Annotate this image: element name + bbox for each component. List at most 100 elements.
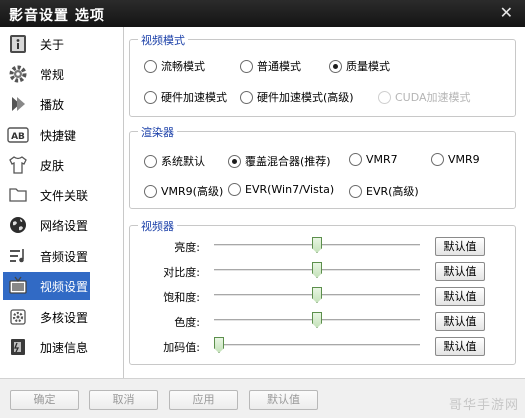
gear-icon bbox=[7, 63, 29, 85]
sidebar-item-label: 音频设置 bbox=[40, 249, 89, 264]
sidebar-item-acceleration[interactable]: 加速信息 bbox=[3, 333, 90, 361]
radio-vmr7[interactable]: VMR7 bbox=[349, 153, 398, 166]
video-mode-title: 视频模式 bbox=[138, 32, 188, 48]
radio-button[interactable] bbox=[228, 154, 241, 168]
radio-button[interactable] bbox=[349, 184, 362, 198]
radio-label: 系统默认 bbox=[161, 155, 205, 168]
multicore-icon bbox=[7, 306, 29, 328]
sidebar-item-label: 关于 bbox=[40, 37, 65, 52]
title-bar: 影音设置 选项 ✕ bbox=[0, 0, 525, 27]
radio-button[interactable] bbox=[144, 90, 157, 104]
radio-label: 硬件加速模式 bbox=[161, 91, 227, 104]
saturation-default-button[interactable]: 默认值 bbox=[435, 287, 485, 306]
radio-hw-accel-mode[interactable]: 硬件加速模式 bbox=[144, 89, 227, 105]
window-title: 影音设置 选项 bbox=[9, 8, 105, 24]
sidebar-item-video[interactable]: 视频设置 bbox=[3, 272, 90, 300]
contrast-row: 对比度: 默认值 bbox=[130, 261, 515, 283]
sidebar-item-audio[interactable]: 音频设置 bbox=[3, 242, 90, 270]
saturation-slider[interactable] bbox=[214, 287, 420, 305]
radio-button[interactable] bbox=[240, 90, 253, 104]
sidebar-item-label: 文件关联 bbox=[40, 188, 89, 203]
radio-quality-mode[interactable]: 质量模式 bbox=[329, 58, 390, 74]
radio-normal-mode[interactable]: 普通模式 bbox=[240, 58, 301, 74]
sidebar-item-multicore[interactable]: 多核设置 bbox=[3, 303, 90, 331]
radio-hw-accel-advanced-mode[interactable]: 硬件加速模式(高级) bbox=[240, 89, 354, 105]
radio-button[interactable] bbox=[144, 184, 157, 198]
brightness-default-button[interactable]: 默认值 bbox=[435, 237, 485, 256]
hue-slider[interactable] bbox=[214, 312, 420, 330]
sidebar-item-label: 视频设置 bbox=[40, 279, 89, 294]
sidebar-item-playback[interactable]: 播放 bbox=[3, 90, 90, 118]
brightness-row: 亮度: 默认值 bbox=[130, 236, 515, 258]
sidebar-item-label: 快捷键 bbox=[40, 128, 77, 143]
sidebar-item-network[interactable]: 网络设置 bbox=[3, 211, 90, 239]
radio-label: 质量模式 bbox=[346, 60, 390, 73]
radio-button[interactable] bbox=[349, 153, 362, 166]
gain-slider[interactable] bbox=[214, 337, 420, 355]
hue-default-button[interactable]: 默认值 bbox=[435, 312, 485, 331]
radio-smooth-mode[interactable]: 流畅模式 bbox=[144, 58, 205, 74]
globe-icon bbox=[7, 214, 29, 236]
video-mode-group: 视频模式 流畅模式 普通模式 质量模式 硬件加速模式 硬件加速模式(高级) CU… bbox=[129, 32, 516, 117]
folder-icon bbox=[7, 184, 29, 206]
sidebar-item-about[interactable]: 关于 bbox=[3, 30, 90, 58]
contrast-default-button[interactable]: 默认值 bbox=[435, 262, 485, 281]
radio-button[interactable] bbox=[329, 59, 342, 73]
audio-icon bbox=[7, 245, 29, 267]
slider-thumb[interactable] bbox=[214, 337, 224, 353]
radio-button[interactable] bbox=[228, 183, 241, 196]
radio-label: CUDA加速模式 bbox=[395, 91, 471, 104]
hue-row: 色度: 默认值 bbox=[130, 311, 515, 333]
svg-text:AB: AB bbox=[11, 132, 25, 142]
radio-label: EVR(Win7/Vista) bbox=[245, 183, 335, 196]
slider-thumb[interactable] bbox=[312, 287, 322, 303]
renderer-title: 渲染器 bbox=[138, 124, 177, 140]
close-button[interactable]: ✕ bbox=[500, 3, 513, 22]
gain-default-button[interactable]: 默认值 bbox=[435, 337, 485, 356]
radio-button[interactable] bbox=[240, 59, 253, 73]
slider-thumb[interactable] bbox=[312, 237, 322, 253]
slider-thumb[interactable] bbox=[312, 262, 322, 278]
sidebar-item-label: 常规 bbox=[40, 67, 65, 82]
radio-button[interactable] bbox=[144, 59, 157, 73]
radio-vmr9-advanced[interactable]: VMR9(高级) bbox=[144, 183, 223, 199]
radio-label: 硬件加速模式(高级) bbox=[257, 91, 354, 104]
ok-button[interactable]: 确定 bbox=[10, 390, 79, 410]
slider-thumb[interactable] bbox=[312, 312, 322, 328]
cancel-button[interactable]: 取消 bbox=[89, 390, 158, 410]
gain-label: 加码值: bbox=[163, 341, 200, 354]
tv-icon bbox=[7, 275, 29, 297]
saturation-row: 饱和度: 默认值 bbox=[130, 286, 515, 308]
radio-system-default[interactable]: 系统默认 bbox=[144, 153, 205, 169]
restore-default-button[interactable]: 默认值 bbox=[249, 390, 318, 410]
contrast-slider[interactable] bbox=[214, 262, 420, 280]
video-settings-panel: 视频模式 流畅模式 普通模式 质量模式 硬件加速模式 硬件加速模式(高级) CU… bbox=[124, 27, 525, 378]
sidebar-item-shortcuts[interactable]: AB 快捷键 bbox=[3, 121, 90, 149]
radio-label: EVR(高级) bbox=[366, 185, 419, 198]
shirt-icon bbox=[7, 154, 29, 176]
radio-label: VMR9 bbox=[448, 153, 480, 166]
info-icon bbox=[7, 33, 29, 55]
radio-vmr9[interactable]: VMR9 bbox=[431, 153, 480, 166]
contrast-label: 对比度: bbox=[163, 266, 200, 279]
sidebar-item-file-association[interactable]: 文件关联 bbox=[3, 181, 90, 209]
radio-label: 覆盖混合器(推荐) bbox=[245, 155, 331, 168]
sidebar: 关于 常规 播放 AB 快捷键 皮肤 文件关联 网络设置 音频设置 视频设置 多… bbox=[0, 27, 124, 378]
radio-button[interactable] bbox=[431, 153, 444, 166]
apply-button[interactable]: 应用 bbox=[169, 390, 238, 410]
sidebar-item-skins[interactable]: 皮肤 bbox=[3, 151, 90, 179]
radio-label: VMR9(高级) bbox=[161, 185, 224, 198]
radio-label: 普通模式 bbox=[257, 60, 301, 73]
renderer-group: 渲染器 系统默认 覆盖混合器(推荐) VMR7 VMR9 VMR9(高级) EV… bbox=[129, 124, 516, 209]
radio-button[interactable] bbox=[144, 154, 157, 168]
radio-overlay-mixer[interactable]: 覆盖混合器(推荐) bbox=[228, 153, 331, 169]
hue-label: 色度: bbox=[174, 316, 200, 329]
radio-evr-advanced[interactable]: EVR(高级) bbox=[349, 183, 419, 199]
sidebar-item-general[interactable]: 常规 bbox=[3, 60, 90, 88]
dialog-footer: 确定 取消 应用 默认值 哥华手游网 bbox=[0, 378, 525, 418]
play-icon bbox=[7, 93, 29, 115]
gain-row: 加码值: 默认值 bbox=[130, 336, 515, 358]
radio-evr-win7[interactable]: EVR(Win7/Vista) bbox=[228, 183, 334, 196]
radio-label: 流畅模式 bbox=[161, 60, 205, 73]
brightness-slider[interactable] bbox=[214, 237, 420, 255]
